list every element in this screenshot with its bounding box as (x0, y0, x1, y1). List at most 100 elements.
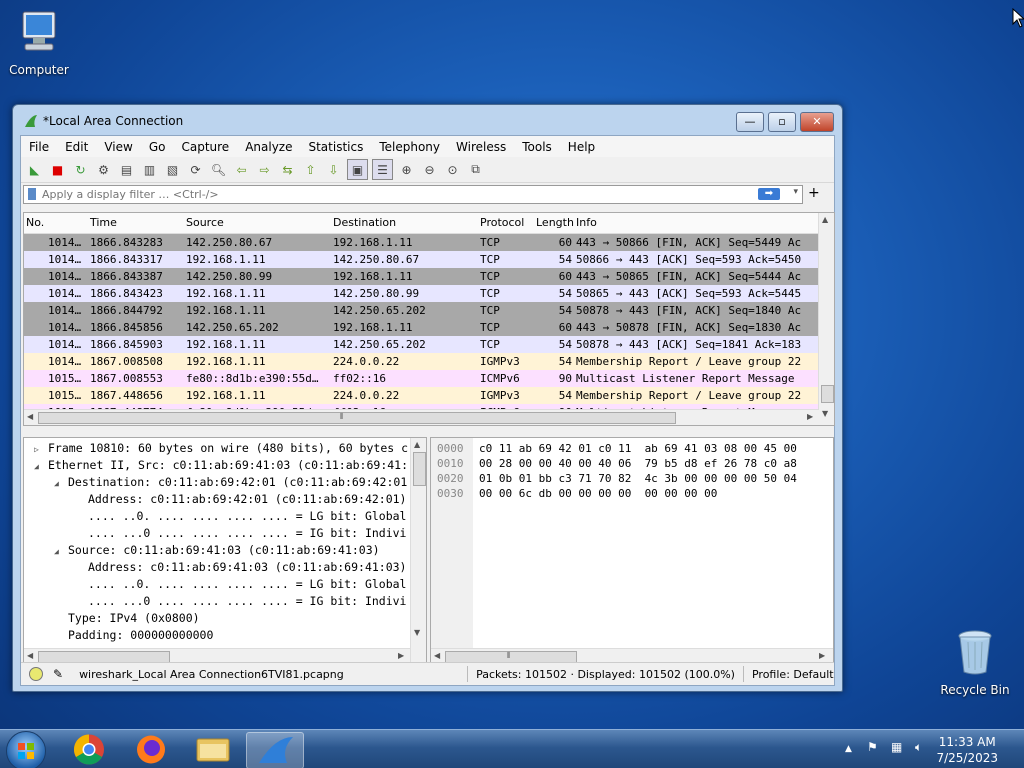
action-center-icon[interactable]: ⚑ (867, 740, 878, 754)
detail-tree-item[interactable]: Type: IPv4 (0x0800) (24, 610, 426, 627)
display-filter-input[interactable] (42, 186, 732, 202)
scroll-down-icon[interactable]: ▼ (414, 628, 420, 637)
maximize-button[interactable]: ▫ (768, 112, 796, 132)
packet-row[interactable]: 1014… 1866.843283 142.250.80.67 192.168.1.1… (24, 234, 834, 251)
show-hidden-icons[interactable]: ▲ (845, 744, 852, 754)
detail-tree-item[interactable]: .... ...0 .... .... .... .... = IG bit: … (24, 525, 426, 542)
scroll-left-icon[interactable]: ◀ (27, 412, 33, 421)
detail-tree-item[interactable]: Address: c0:11:ab:69:42:01 (c0:11:ab:69:… (24, 491, 426, 508)
hex-row[interactable]: 0010 00 28 00 00 40 00 40 06 79 b5 d8 ef … (437, 456, 797, 471)
packet-list-vscroll-thumb[interactable] (821, 385, 834, 403)
hex-row[interactable]: 0000 c0 11 ab 69 42 01 c0 11 ab 69 41 03 … (437, 441, 797, 456)
scroll-right-icon[interactable]: ▶ (398, 651, 404, 660)
scroll-left-icon[interactable]: ◀ (27, 651, 33, 660)
save-file-icon[interactable]: ▥ (140, 160, 159, 179)
packet-row[interactable]: 1015… 1867.448656 192.168.1.11 224.0.0.22 IG… (24, 387, 834, 404)
desktop-icon-computer[interactable]: Computer (0, 8, 84, 77)
detail-tree-item[interactable]: ▷ Frame 10810: 60 bytes on wire (480 bits… (24, 440, 426, 457)
desktop-icon-recycle-bin[interactable]: Recycle Bin (930, 628, 1020, 697)
detail-tree-item[interactable]: ◢ Ethernet II, Src: c0:11:ab:69:41:03 (c0… (24, 457, 426, 474)
shark-fin-start-icon[interactable]: ◣ (25, 160, 44, 179)
menu-tools[interactable]: Tools (514, 140, 560, 154)
detail-tree-item[interactable]: .... ..0. .... .... .... .... = LG bit: … (24, 508, 426, 525)
detail-tree-item[interactable]: ◢ Source: c0:11:ab:69:41:03 (c0:11:ab:69:… (24, 542, 426, 559)
menu-view[interactable]: View (96, 140, 140, 154)
packet-list-hscroll-thumb[interactable] (38, 412, 676, 424)
last-packet-icon[interactable]: ⇩ (324, 160, 343, 179)
restart-icon[interactable]: ↻ (71, 160, 90, 179)
network-icon[interactable]: ▦ (891, 740, 902, 754)
collapse-arrow-icon[interactable]: ◢ (54, 475, 68, 491)
scroll-up-icon[interactable]: ▲ (822, 215, 828, 224)
open-file-icon[interactable]: ▤ (117, 160, 136, 179)
packet-row[interactable]: 1014… 1866.845903 192.168.1.11 142.250.65.2… (24, 336, 834, 353)
detail-tree-item[interactable]: .... ..0. .... .... .... .... = LG bit: … (24, 576, 426, 593)
menu-telephony[interactable]: Telephony (371, 140, 448, 154)
scroll-left-icon[interactable]: ◀ (434, 651, 440, 660)
menu-edit[interactable]: Edit (57, 140, 96, 154)
expert-info-icon[interactable] (29, 667, 43, 681)
close-file-icon[interactable]: ▧ (163, 160, 182, 179)
find-icon[interactable]: 🔍︎ (209, 160, 228, 179)
bookmark-icon[interactable] (28, 188, 36, 200)
collapse-arrow-icon[interactable]: ◢ (34, 458, 48, 474)
details-vscroll[interactable]: ▲ ▼ (410, 438, 426, 664)
detail-tree-item[interactable]: Address: c0:11:ab:69:41:03 (c0:11:ab:69:… (24, 559, 426, 576)
menu-analyze[interactable]: Analyze (237, 140, 300, 154)
packet-row[interactable]: 1014… 1866.843317 192.168.1.11 142.250.80.6… (24, 251, 834, 268)
taskbar-wireshark[interactable] (246, 732, 304, 768)
column-header-protocol[interactable]: Protocol (480, 213, 536, 233)
hex-row[interactable]: 0020 01 0b 01 bb c3 71 70 82 4c 3b 00 00 … (437, 471, 797, 486)
autoscroll-icon[interactable]: ▣ (347, 159, 368, 180)
menu-capture[interactable]: Capture (173, 140, 237, 154)
details-vscroll-thumb[interactable] (413, 452, 426, 486)
options-gear-icon[interactable]: ⚙ (94, 160, 113, 179)
packet-list-vscroll[interactable]: ▲ ▼ (818, 213, 834, 425)
column-header-length[interactable]: Length (536, 213, 576, 233)
system-clock[interactable]: 11:33 AM 7/25/2023 (936, 734, 998, 766)
go-forward-icon[interactable]: ⇨ (255, 160, 274, 179)
packet-row[interactable]: 1014… 1866.845856 142.250.65.202 192.168.1.… (24, 319, 834, 336)
packet-list[interactable]: No. Time Source Destination Protocol Len… (23, 212, 835, 426)
packet-details-tree[interactable]: ▷ Frame 10810: 60 bytes on wire (480 bits… (23, 437, 427, 665)
packet-row[interactable]: 1014… 1866.843423 192.168.1.11 142.250.80.9… (24, 285, 834, 302)
menu-statistics[interactable]: Statistics (300, 140, 371, 154)
collapse-arrow-icon[interactable]: ◢ (54, 543, 68, 559)
minimize-button[interactable]: — (736, 112, 764, 132)
expand-arrow-icon[interactable]: ▷ (34, 441, 48, 457)
first-packet-icon[interactable]: ⇧ (301, 160, 320, 179)
resize-columns-icon[interactable]: ⧉ (466, 160, 485, 179)
packet-row[interactable]: 1014… 1866.843387 142.250.80.99 192.168.1.1… (24, 268, 834, 285)
scroll-right-icon[interactable]: ▶ (819, 651, 825, 660)
scroll-down-icon[interactable]: ▼ (822, 409, 828, 418)
volume-icon[interactable]: 🔈︎ (915, 740, 922, 755)
column-header-no[interactable]: No. (24, 213, 88, 233)
display-filter-box[interactable]: ➡ ▾ (23, 185, 803, 204)
taskbar-chrome[interactable] (62, 732, 116, 767)
zoom-normal-icon[interactable]: ⊙ (443, 160, 462, 179)
start-button[interactable] (6, 731, 46, 768)
detail-tree-item[interactable]: .... ...0 .... .... .... .... = IG bit: … (24, 593, 426, 610)
scroll-up-icon[interactable]: ▲ (414, 440, 420, 449)
title-bar[interactable]: *Local Area Connection — ▫ ✕ (13, 105, 842, 137)
column-header-destination[interactable]: Destination (333, 213, 480, 233)
detail-tree-item[interactable]: Padding: 000000000000 (24, 627, 426, 644)
column-header-time[interactable]: Time (88, 213, 186, 233)
column-header-info[interactable]: Info (576, 213, 816, 233)
packet-list-hscroll[interactable]: ◀ ⦀ ▶ (24, 409, 819, 425)
menu-file[interactable]: File (21, 140, 57, 154)
scroll-right-icon[interactable]: ▶ (807, 412, 813, 421)
detail-tree-item[interactable]: ◢ Destination: c0:11:ab:69:42:01 (c0:11:a… (24, 474, 426, 491)
add-filter-button[interactable]: + (808, 185, 820, 201)
taskbar-explorer[interactable] (186, 732, 240, 767)
zoom-in-icon[interactable]: ⊕ (397, 160, 416, 179)
stop-icon[interactable]: ■ (48, 160, 67, 179)
reload-icon[interactable]: ⟳ (186, 160, 205, 179)
taskbar-firefox[interactable] (124, 732, 178, 767)
close-button[interactable]: ✕ (800, 112, 834, 132)
hex-row[interactable]: 0030 00 00 6c db 00 00 00 00 00 00 00 00 (437, 486, 797, 501)
go-to-packet-icon[interactable]: ⇆ (278, 160, 297, 179)
filter-dropdown-icon[interactable]: ▾ (793, 187, 798, 197)
apply-filter-arrow-icon[interactable]: ➡ (758, 188, 780, 200)
column-header-source[interactable]: Source (186, 213, 333, 233)
